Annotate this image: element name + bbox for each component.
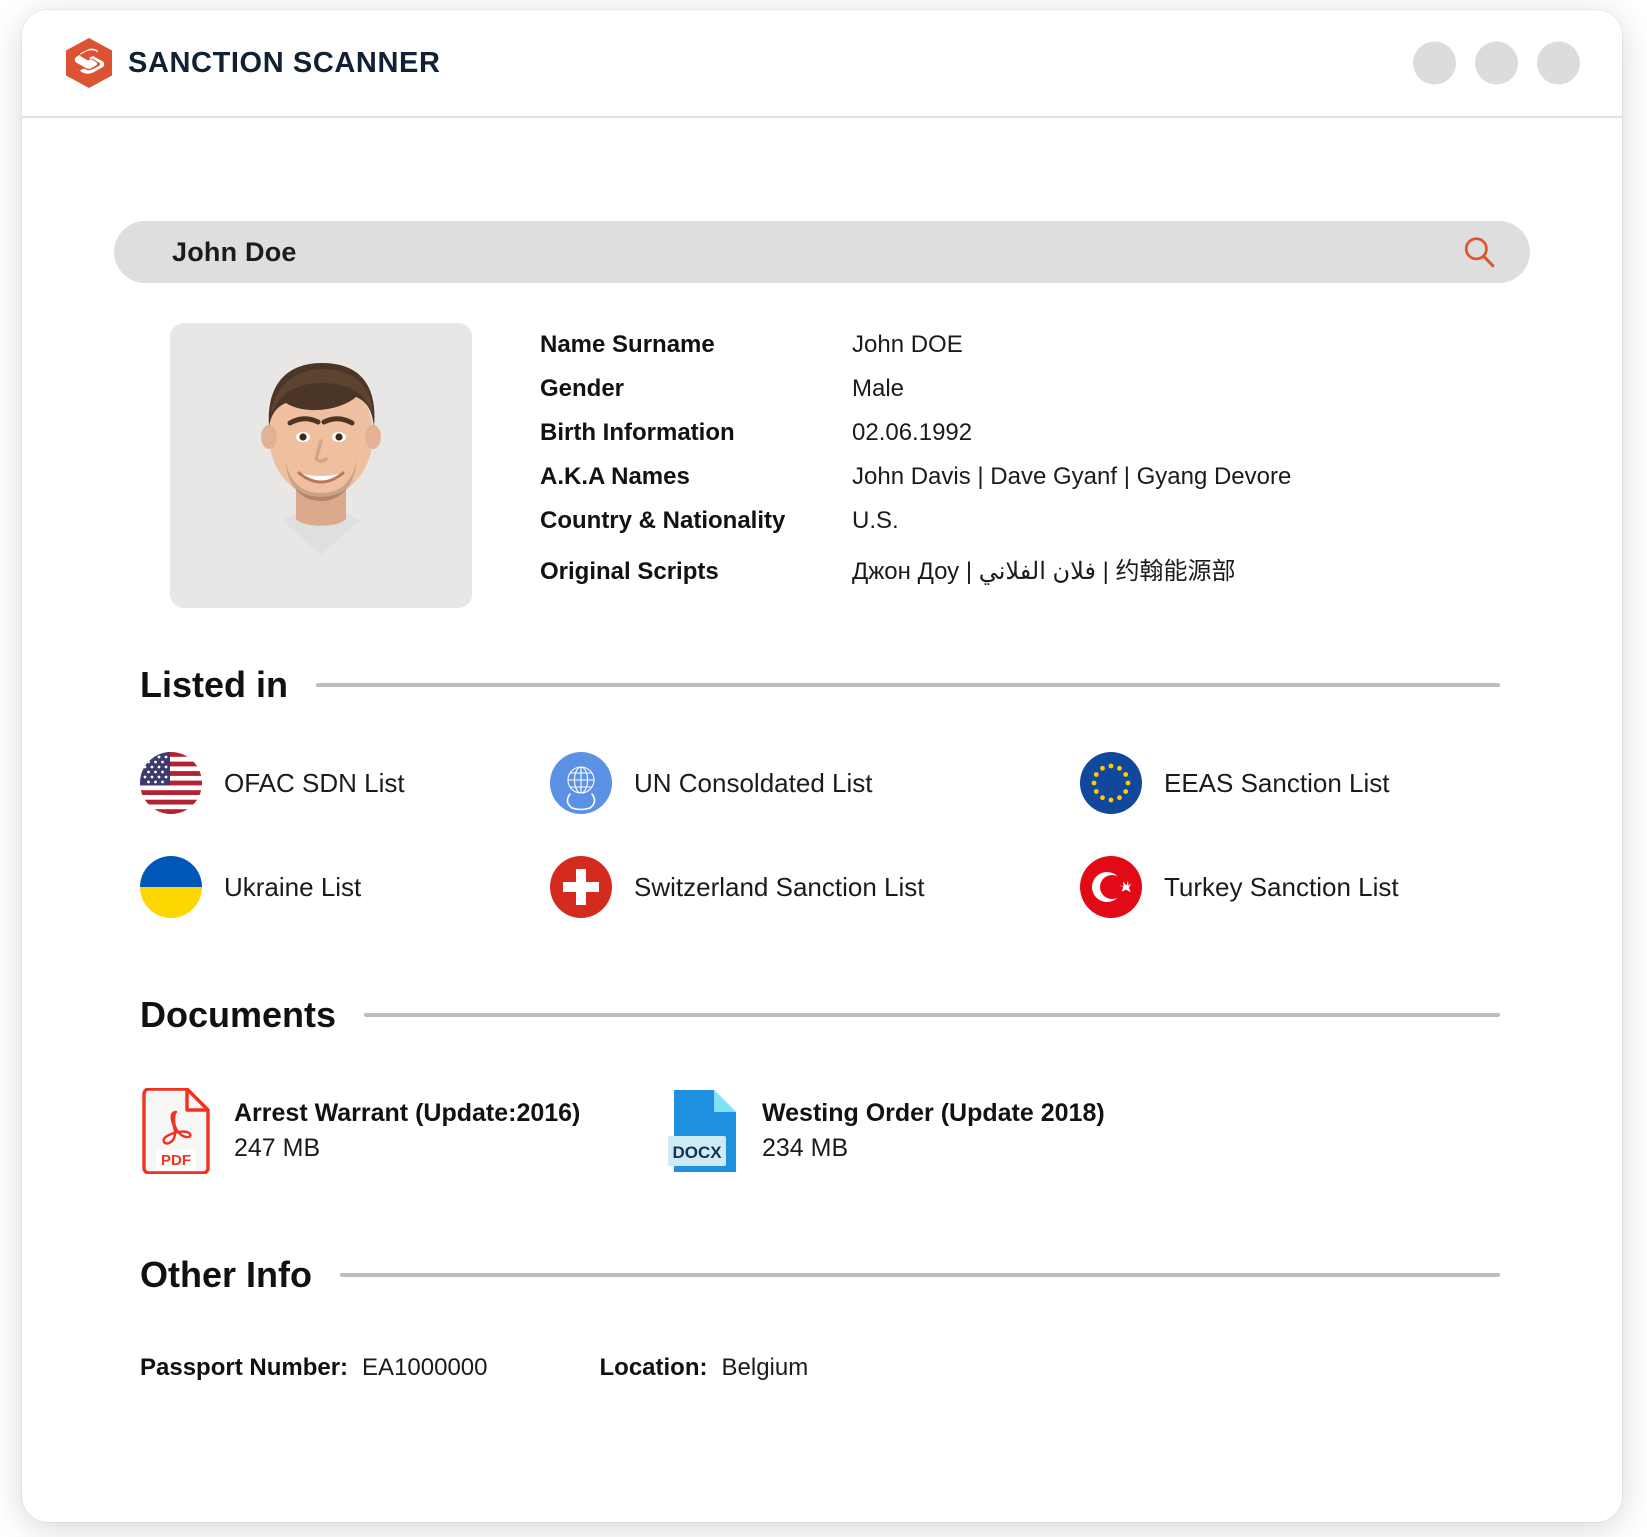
section-title-listed-in: Listed in: [140, 664, 289, 705]
field-label: A.K.A Names: [540, 463, 690, 490]
listed-item-turkey[interactable]: Turkey Sanction List: [1080, 856, 1504, 918]
search-input[interactable]: John Doe: [172, 237, 1462, 268]
listed-item-ukraine[interactable]: Ukraine List: [140, 856, 550, 918]
other-info-header: Other Info: [140, 1254, 1500, 1296]
listed-in-header: Listed in: [140, 664, 1500, 706]
document-texts: Arrest Warrant (Update:2016) 247 MB: [234, 1099, 580, 1163]
field-label: Birth Information: [540, 419, 735, 446]
window-dot-close[interactable]: [1537, 41, 1580, 85]
field-row-original-scripts: Original Scripts Джон Доу | فلان الفلاني…: [540, 551, 1291, 595]
search-icon[interactable]: [1462, 235, 1496, 269]
title-bar: SANCTION SCANNER: [22, 10, 1622, 118]
section-title-documents: Documents: [140, 994, 337, 1035]
listed-in-grid: OFAC SDN List UN Consoldated List EEAS S…: [140, 752, 1504, 918]
switzerland-flag-icon: [550, 856, 612, 918]
listed-item-label: Ukraine List: [224, 871, 362, 902]
field-label: Original Scripts: [540, 558, 719, 585]
listed-item-label: Turkey Sanction List: [1164, 871, 1399, 902]
field-value: U.S.: [852, 507, 899, 534]
field-value: Male: [852, 375, 905, 402]
document-name: Westing Order (Update 2018): [762, 1099, 1105, 1127]
field-label: Gender: [540, 375, 625, 402]
listed-item-ofac-sdn[interactable]: OFAC SDN List: [140, 752, 550, 814]
window-controls: [1413, 41, 1580, 85]
passport-number-value: EA1000000: [362, 1354, 488, 1381]
svg-text:DOCX: DOCX: [672, 1143, 722, 1162]
documents-header: Documents: [140, 994, 1500, 1036]
listed-item-switzerland[interactable]: Switzerland Sanction List: [550, 856, 1080, 918]
passport-number-label: Passport Number:: [140, 1354, 349, 1381]
section-divider: [364, 1013, 1500, 1017]
svg-text:PDF: PDF: [161, 1152, 191, 1169]
field-row-birth-information: Birth Information 02.06.1992: [540, 419, 1291, 463]
us-flag-icon: [140, 752, 202, 814]
search-bar[interactable]: John Doe: [114, 221, 1530, 283]
brand[interactable]: SANCTION SCANNER: [64, 37, 441, 89]
document-name: Arrest Warrant (Update:2016): [234, 1099, 581, 1127]
listed-item-eeas-sanction[interactable]: EEAS Sanction List: [1080, 752, 1504, 814]
field-row-name-surname: Name Surname John DOE: [540, 331, 1291, 375]
document-size: 247 MB: [234, 1134, 321, 1162]
field-row-aka-names: A.K.A Names John Davis | Dave Gyanf | Gy…: [540, 463, 1291, 507]
document-texts: Westing Order (Update 2018) 234 MB: [762, 1099, 1105, 1163]
field-label: Country & Nationality: [540, 507, 786, 534]
document-size: 234 MB: [762, 1134, 849, 1162]
section-divider: [316, 683, 1500, 687]
section-title-other-info: Other Info: [140, 1254, 312, 1295]
eu-flag-icon: [1080, 752, 1142, 814]
profile-photo-illustration: [170, 323, 472, 608]
docx-file-icon: DOCX: [668, 1090, 736, 1172]
ukraine-flag-icon: [140, 856, 202, 918]
sanction-scanner-hexagon-s-logo: [66, 38, 112, 88]
profile-section: Name Surname John DOE Gender Male Birth …: [170, 323, 1622, 608]
brand-name: SANCTION SCANNER: [128, 46, 441, 79]
field-label: Name Surname: [540, 331, 715, 358]
listed-item-label: EEAS Sanction List: [1164, 767, 1390, 798]
window-dot-minimize[interactable]: [1413, 41, 1456, 85]
un-flag-icon: [550, 752, 612, 814]
field-value: 02.06.1992: [852, 419, 973, 446]
profile-photo: [170, 323, 472, 608]
field-value: John DOE: [852, 331, 963, 358]
field-value: Джон Доу | فلان الفلاني | 约翰能源部: [852, 558, 1236, 585]
listed-item-label: OFAC SDN List: [224, 767, 405, 798]
field-row-country-nationality: Country & Nationality U.S.: [540, 507, 1291, 551]
window-dot-maximize[interactable]: [1475, 41, 1518, 85]
field-value: John Davis | Dave Gyanf | Gyang Devore: [852, 463, 1292, 490]
listed-item-un-consolidated[interactable]: UN Consoldated List: [550, 752, 1080, 814]
app-window: SANCTION SCANNER John Doe Name Surname J…: [22, 10, 1622, 1522]
location-value: Belgium: [721, 1354, 809, 1381]
document-item-westing-order[interactable]: DOCX Westing Order (Update 2018) 234 MB: [668, 1088, 1105, 1174]
page-body: John Doe Name Surname John DOE Gender Ma…: [22, 221, 1622, 1382]
section-divider: [339, 1273, 1500, 1277]
turkey-flag-icon: [1080, 856, 1142, 918]
pdf-file-icon: PDF: [142, 1088, 210, 1174]
documents-list: PDF Arrest Warrant (Update:2016) 247 MB …: [140, 1088, 1504, 1174]
profile-fields: Name Surname John DOE Gender Male Birth …: [540, 323, 1291, 608]
listed-item-label: Switzerland Sanction List: [634, 871, 925, 902]
location-label: Location:: [599, 1354, 708, 1381]
field-row-gender: Gender Male: [540, 375, 1291, 419]
document-item-arrest-warrant[interactable]: PDF Arrest Warrant (Update:2016) 247 MB: [140, 1088, 668, 1174]
listed-item-label: UN Consoldated List: [634, 767, 873, 798]
other-info-row: Passport Number: EA1000000 Location: Bel…: [140, 1354, 1504, 1382]
